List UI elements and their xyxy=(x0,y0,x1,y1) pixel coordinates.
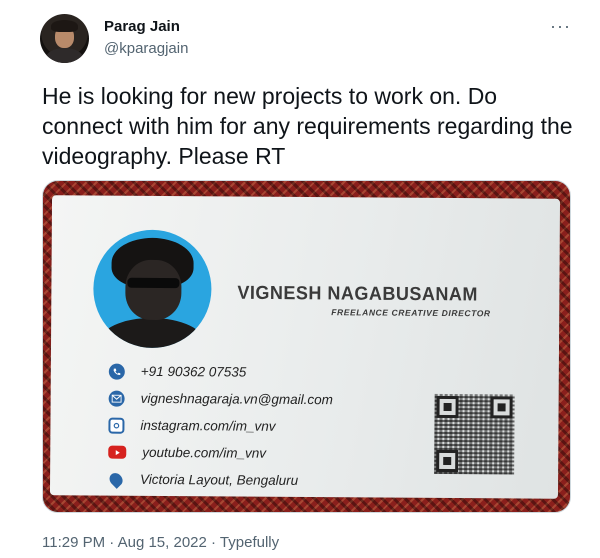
tweet-time[interactable]: 11:29 PM xyxy=(42,534,105,551)
mail-icon xyxy=(108,390,125,407)
meta-separator: · xyxy=(206,534,220,551)
qr-code xyxy=(434,393,515,475)
instagram-link: instagram.com/im_vnv xyxy=(140,417,276,434)
youtube-link: youtube.com/im_vnv xyxy=(142,444,267,461)
source-app-link[interactable]: Typefully xyxy=(220,534,279,551)
instagram-icon xyxy=(108,417,125,434)
business-card: VIGNESH NAGABUSANAM FREELANCE CREATIVE D… xyxy=(49,195,561,499)
author-handle[interactable]: @kparagjain xyxy=(104,40,188,57)
more-options-icon[interactable]: ··· xyxy=(550,16,571,37)
author-name[interactable]: Parag Jain xyxy=(104,18,180,35)
tweet-meta: 11:29 PM · Aug 15, 2022 · Typefully xyxy=(42,534,279,551)
location: Victoria Layout, Bengaluru xyxy=(140,471,299,488)
author-avatar[interactable] xyxy=(40,14,89,63)
whatsapp-icon xyxy=(108,363,125,380)
tweet-text: He is looking for new projects to work o… xyxy=(42,83,573,169)
meta-separator: · xyxy=(105,534,118,551)
contact-list: +91 90362 07535 vigneshnagaraja.vn@gmail… xyxy=(106,358,333,495)
profile-photo xyxy=(92,229,212,349)
location-pin-icon xyxy=(106,469,126,489)
phone-number: +91 90362 07535 xyxy=(140,363,247,380)
card-title: FREELANCE CREATIVE DIRECTOR xyxy=(331,307,491,319)
contact-row: instagram.com/im_vnv xyxy=(108,412,332,441)
email-address: vigneshnagaraja.vn@gmail.com xyxy=(140,390,333,408)
youtube-icon xyxy=(108,445,127,459)
contact-row: Victoria Layout, Bengaluru xyxy=(106,466,332,495)
contact-row: +91 90362 07535 xyxy=(108,358,333,387)
contact-row: youtube.com/im_vnv xyxy=(108,439,332,468)
tweet-date[interactable]: Aug 15, 2022 xyxy=(118,534,207,551)
card-name: VIGNESH NAGABUSANAM xyxy=(237,282,478,305)
tweet-photo[interactable]: VIGNESH NAGABUSANAM FREELANCE CREATIVE D… xyxy=(42,180,571,513)
contact-row: vigneshnagaraja.vn@gmail.com xyxy=(108,385,333,414)
tweet: Parag Jain @kparagjain ··· He is looking… xyxy=(0,0,600,558)
